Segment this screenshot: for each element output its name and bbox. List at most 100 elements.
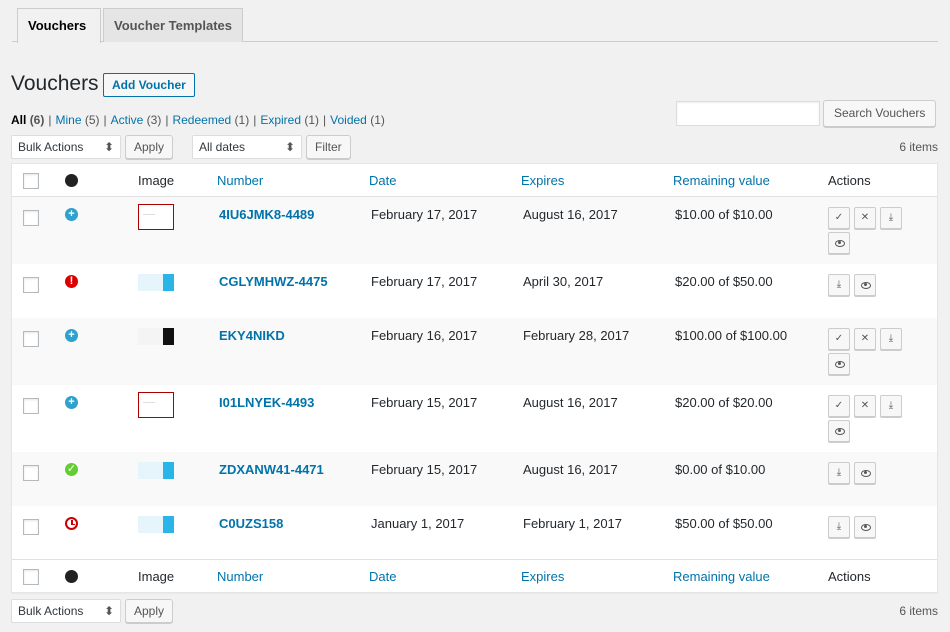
- tab-vouchers[interactable]: Vouchers: [17, 8, 101, 43]
- filter-expired[interactable]: Expired (1): [260, 113, 319, 127]
- voucher-thumbnail[interactable]: [138, 204, 174, 230]
- view-button[interactable]: [854, 462, 876, 484]
- voucher-thumbnail[interactable]: [138, 392, 174, 418]
- voucher-number-link[interactable]: C0UZS158: [219, 516, 283, 531]
- column-number[interactable]: Number: [217, 569, 263, 584]
- select-arrows-icon: ⬍: [284, 140, 295, 154]
- voucher-expires: February 1, 2017: [523, 516, 623, 531]
- row-checkbox[interactable]: [23, 465, 39, 481]
- column-date[interactable]: Date: [369, 173, 396, 188]
- apply-button[interactable]: Apply: [125, 135, 174, 159]
- voucher-number-link[interactable]: I01LNYEK-4493: [219, 395, 314, 410]
- table-header: Image Number Date Expires Remaining valu…: [12, 164, 937, 197]
- view-button[interactable]: [828, 420, 850, 442]
- status-icon: [65, 570, 78, 583]
- voucher-number-link[interactable]: CGLYMHWZ-4475: [219, 274, 328, 289]
- select-arrows-icon: ⬍: [103, 140, 114, 154]
- page-title: Vouchers: [11, 72, 99, 95]
- column-remaining-value[interactable]: Remaining value: [673, 173, 770, 188]
- view-button[interactable]: [828, 353, 850, 375]
- status-filters: All (6) | Mine (5) | Active (3) | Redeemed (1)…: [11, 113, 385, 127]
- status-icon: [65, 174, 78, 187]
- redeem-button[interactable]: ✓: [828, 395, 850, 417]
- alert-circle-icon: !: [65, 275, 78, 288]
- search-input[interactable]: [676, 101, 820, 126]
- check-circle-icon: ✓: [65, 463, 78, 476]
- column-image: Image: [138, 173, 175, 188]
- voucher-thumbnail[interactable]: [138, 328, 174, 345]
- voucher-remaining-value: $100.00 of $100.00: [675, 328, 788, 343]
- filter-all[interactable]: All (6): [11, 113, 44, 127]
- select-all-checkbox-footer[interactable]: [23, 569, 39, 585]
- filter-redeemed[interactable]: Redeemed (1): [172, 113, 249, 127]
- table-row: +4IU6JMK8-4489 February 17, 2017 August 16…: [12, 197, 937, 264]
- select-all-checkbox[interactable]: [23, 173, 39, 189]
- column-expires[interactable]: Expires: [521, 173, 564, 188]
- bulk-actions-select-bottom[interactable]: Bulk Actions ⬍: [11, 599, 121, 623]
- plus-circle-icon: +: [65, 208, 78, 221]
- table-row: ✓ ZDXANW41-4471 February 15, 2017 August 16…: [12, 452, 937, 506]
- clock-icon: [65, 517, 78, 530]
- table-row: C0UZS158 January 1, 2017 February 1, 2017 $…: [12, 506, 937, 559]
- add-voucher-button[interactable]: Add Voucher: [103, 73, 195, 97]
- row-checkbox[interactable]: [23, 519, 39, 535]
- filter-voided[interactable]: Voided (1): [330, 113, 385, 127]
- filter-button[interactable]: Filter: [306, 135, 351, 159]
- voucher-date: February 17, 2017: [371, 274, 478, 289]
- voucher-expires: February 28, 2017: [523, 328, 630, 343]
- void-button[interactable]: ✕: [854, 207, 876, 229]
- void-button[interactable]: ✕: [854, 395, 876, 417]
- download-button[interactable]: ⤓: [880, 328, 902, 350]
- voucher-date: February 15, 2017: [371, 462, 478, 477]
- filter-active[interactable]: Active (3): [111, 113, 162, 127]
- voucher-remaining-value: $20.00 of $20.00: [675, 395, 773, 410]
- items-count-bottom: 6 items: [899, 604, 938, 618]
- download-button[interactable]: ⤓: [828, 274, 850, 296]
- download-button[interactable]: ⤓: [828, 462, 850, 484]
- view-button[interactable]: [854, 274, 876, 296]
- column-date[interactable]: Date: [369, 569, 396, 584]
- download-button[interactable]: ⤓: [880, 395, 902, 417]
- voucher-number-link[interactable]: EKY4NIKD: [219, 328, 285, 343]
- view-button[interactable]: [828, 232, 850, 254]
- voucher-date: February 16, 2017: [371, 328, 478, 343]
- plus-circle-icon: +: [65, 396, 78, 409]
- vouchers-table: Image Number Date Expires Remaining valu…: [11, 163, 938, 593]
- tab-voucher-templates[interactable]: Voucher Templates: [103, 8, 243, 42]
- plus-circle-icon: +: [65, 329, 78, 342]
- dates-select[interactable]: All dates ⬍: [192, 135, 302, 159]
- row-checkbox[interactable]: [23, 331, 39, 347]
- redeem-button[interactable]: ✓: [828, 207, 850, 229]
- voucher-thumbnail[interactable]: [138, 462, 174, 479]
- row-checkbox[interactable]: [23, 398, 39, 414]
- voucher-number-link[interactable]: 4IU6JMK8-4489: [219, 207, 314, 222]
- apply-button-bottom[interactable]: Apply: [125, 599, 174, 623]
- bulk-actions-select[interactable]: Bulk Actions ⬍: [11, 135, 121, 159]
- column-expires[interactable]: Expires: [521, 569, 564, 584]
- redeem-button[interactable]: ✓: [828, 328, 850, 350]
- view-button[interactable]: [854, 516, 876, 538]
- void-button[interactable]: ✕: [854, 328, 876, 350]
- row-checkbox[interactable]: [23, 210, 39, 226]
- column-remaining-value[interactable]: Remaining value: [673, 569, 770, 584]
- voucher-expires: April 30, 2017: [523, 274, 604, 289]
- filter-mine[interactable]: Mine (5): [55, 113, 99, 127]
- row-checkbox[interactable]: [23, 277, 39, 293]
- voucher-date: January 1, 2017: [371, 516, 465, 531]
- voucher-remaining-value: $20.00 of $50.00: [675, 274, 773, 289]
- column-actions: Actions: [828, 173, 871, 188]
- download-button[interactable]: ⤓: [880, 207, 902, 229]
- voucher-expires: August 16, 2017: [523, 395, 618, 410]
- table-row: + I01LNYEK-4493 February 15, 2017 August 16…: [12, 385, 937, 452]
- search-vouchers-button[interactable]: Search Vouchers: [823, 100, 937, 127]
- voucher-thumbnail[interactable]: [138, 516, 174, 533]
- voucher-thumbnail[interactable]: [138, 274, 174, 291]
- voucher-expires: August 16, 2017: [523, 462, 618, 477]
- voucher-remaining-value: $50.00 of $50.00: [675, 516, 773, 531]
- download-button[interactable]: ⤓: [828, 516, 850, 538]
- voucher-number-link[interactable]: ZDXANW41-4471: [219, 462, 324, 477]
- table-footer: Image Number Date Expires Remaining valu…: [12, 559, 937, 592]
- table-body: +4IU6JMK8-4489 February 17, 2017 August 16…: [12, 197, 937, 559]
- select-arrows-icon: ⬍: [103, 604, 114, 618]
- column-number[interactable]: Number: [217, 173, 263, 188]
